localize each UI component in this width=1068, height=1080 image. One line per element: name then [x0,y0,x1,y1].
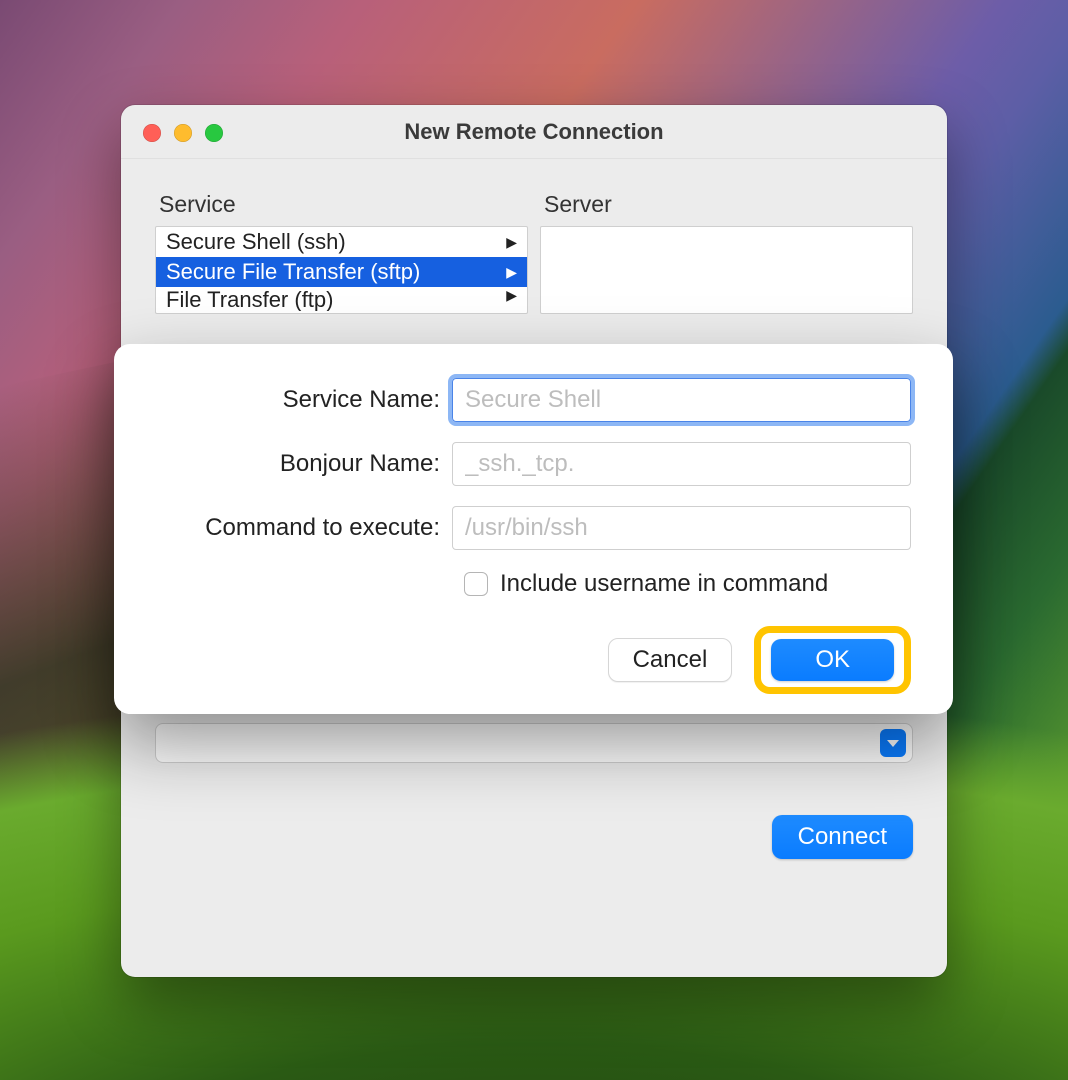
zoom-icon[interactable] [205,124,223,142]
ok-highlight: OK [754,626,911,694]
command-input[interactable] [452,506,911,550]
include-username-checkbox[interactable] [464,572,488,596]
window-title: New Remote Connection [121,119,947,145]
remote-connection-window: New Remote Connection Service Secure She… [121,105,947,977]
service-item-ssh[interactable]: Secure Shell (ssh) ▶ [156,227,527,257]
connect-button[interactable]: Connect [772,815,913,859]
include-username-label: Include username in command [500,570,828,598]
bonjour-name-label: Bonjour Name: [156,450,452,478]
command-dropdown[interactable] [155,723,913,763]
service-name-label: Service Name: [156,386,452,414]
disclosure-arrow-icon: ▶ [506,287,517,304]
service-item-label: File Transfer (ftp) [166,287,333,311]
server-listbox[interactable] [540,226,913,314]
service-item-label: Secure File Transfer (sftp) [166,259,420,285]
service-listbox[interactable]: Secure Shell (ssh) ▶ Secure File Transfe… [155,226,528,314]
cancel-button[interactable]: Cancel [608,638,733,682]
bonjour-name-input[interactable] [452,442,911,486]
command-label: Command to execute: [156,514,452,542]
close-icon[interactable] [143,124,161,142]
service-item-sftp[interactable]: Secure File Transfer (sftp) ▶ [156,257,527,287]
disclosure-arrow-icon: ▶ [506,234,517,251]
minimize-icon[interactable] [174,124,192,142]
ok-button[interactable]: OK [771,639,894,681]
service-item-label: Secure Shell (ssh) [166,229,346,255]
service-item-ftp[interactable]: File Transfer (ftp) ▶ [156,287,527,311]
add-service-sheet: Service Name: Bonjour Name: Command to e… [114,344,953,714]
disclosure-arrow-icon: ▶ [506,264,517,281]
chevron-down-icon [880,729,906,757]
titlebar: New Remote Connection [121,105,947,159]
service-header: Service [155,191,528,218]
window-controls [143,124,223,142]
service-name-input[interactable] [452,378,911,422]
server-header: Server [540,191,913,218]
